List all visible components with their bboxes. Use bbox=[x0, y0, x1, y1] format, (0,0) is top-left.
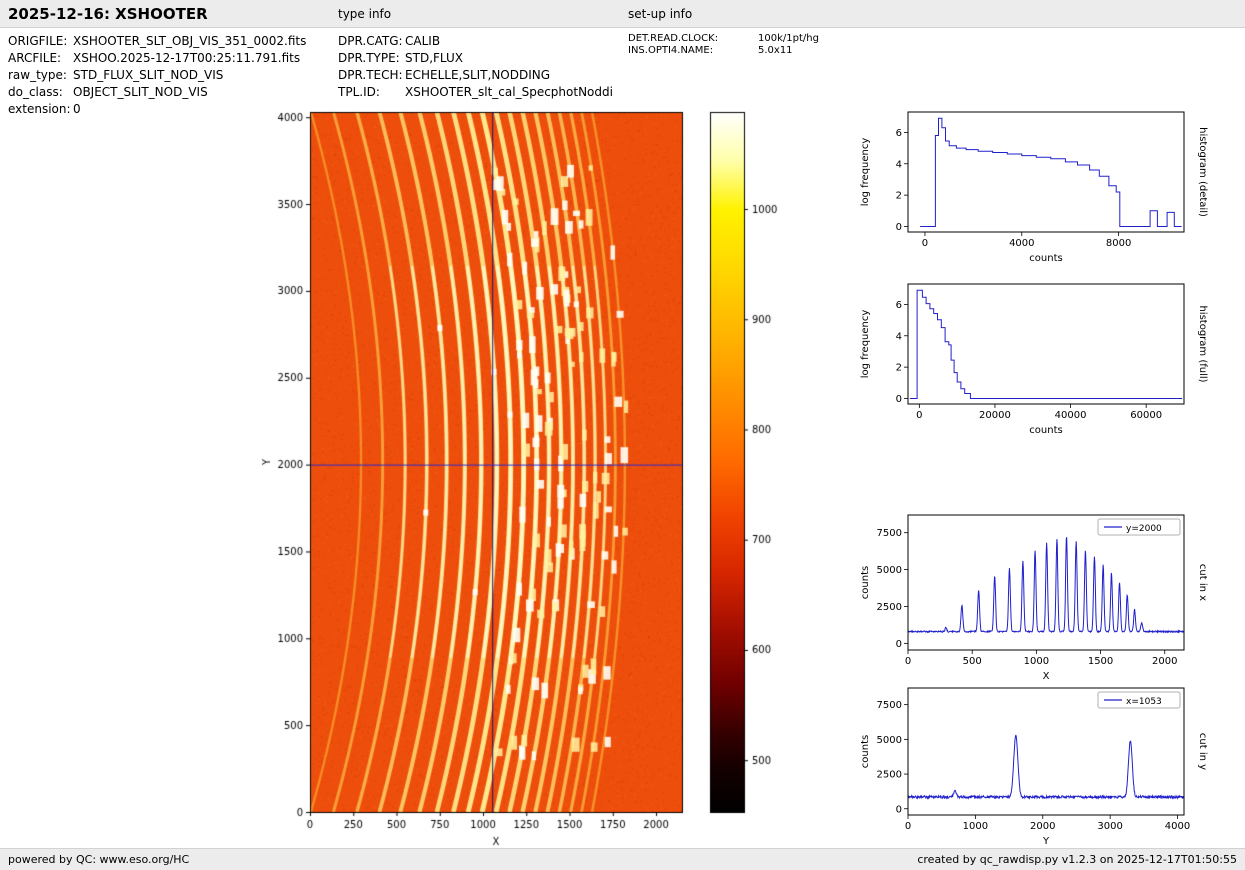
meta-row-origfile: ORIGFILE: XSHOOTER_SLT_OBJ_VIS_351_0002.… bbox=[8, 33, 306, 50]
svg-text:4: 4 bbox=[896, 159, 902, 170]
x-axis-label: counts bbox=[1029, 425, 1062, 436]
legend-label: y=2000 bbox=[1126, 524, 1162, 534]
svg-text:0: 0 bbox=[896, 804, 902, 815]
svg-text:2000: 2000 bbox=[1030, 821, 1055, 832]
meta-value: CALIB bbox=[405, 34, 441, 48]
meta-label: DET.READ.CLOCK: bbox=[628, 33, 719, 44]
header-bar: 2025-12-16: XSHOOTER type info set-up in… bbox=[0, 0, 1245, 28]
setup-info-block: DET.READ.CLOCK: 100k/1pt/hg INS.OPTI4.NA… bbox=[628, 33, 819, 57]
svg-text:4: 4 bbox=[896, 331, 902, 342]
page-title: 2025-12-16: XSHOOTER bbox=[8, 5, 208, 23]
meta-value: ECHELLE,SLIT,NODDING bbox=[405, 68, 551, 82]
footer-bar: powered by QC: www.eso.org/HC created by… bbox=[0, 848, 1245, 870]
x-axis-label: Y bbox=[1042, 836, 1050, 847]
meta-value: XSHOO.2025-12-17T00:25:11.791.fits bbox=[73, 51, 301, 65]
meta-row-dprcatg: DPR.CATG: CALIB bbox=[338, 33, 613, 50]
svg-text:7500: 7500 bbox=[877, 700, 902, 711]
svg-text:2500: 2500 bbox=[877, 770, 902, 781]
y-axis-label: counts bbox=[860, 566, 871, 599]
svg-text:1000: 1000 bbox=[963, 821, 988, 832]
legend-label: x=1053 bbox=[1126, 697, 1162, 707]
meta-value: STD_FLUX_SLIT_NOD_VIS bbox=[73, 68, 224, 82]
cut_y-svg: 0 2500 5000 7500 0 1000 2000 3000 4000 Ycounts cut… bbox=[860, 687, 1208, 847]
svg-text:7500: 7500 bbox=[877, 528, 902, 539]
meta-value: 0 bbox=[73, 102, 81, 116]
plot-side-label: cut in x bbox=[1197, 564, 1208, 601]
svg-text:500: 500 bbox=[963, 656, 982, 667]
svg-text:2500: 2500 bbox=[877, 602, 902, 613]
meta-value: STD,FLUX bbox=[405, 51, 463, 65]
meta-label: DPR.TECH: bbox=[338, 68, 403, 82]
svg-text:0: 0 bbox=[922, 238, 928, 249]
svg-text:60000: 60000 bbox=[1130, 410, 1162, 421]
y-axis-label: log frequency bbox=[860, 138, 871, 207]
raw-frame-image-plot bbox=[240, 96, 810, 856]
meta-label: ORIGFILE: bbox=[8, 34, 68, 48]
y-axis-label: log frequency bbox=[860, 310, 871, 379]
setup-info-heading: set-up info bbox=[628, 7, 693, 21]
svg-text:40000: 40000 bbox=[1055, 410, 1087, 421]
svg-text:4000: 4000 bbox=[1009, 238, 1034, 249]
hist_detail-svg: 0 2 4 6 0 4000 8000 counts log frequency histogra… bbox=[860, 111, 1208, 264]
footer-created-by: created by qc_rawdisp.py v1.2.3 on 2025-… bbox=[917, 853, 1237, 866]
svg-text:6: 6 bbox=[896, 300, 902, 311]
svg-text:2: 2 bbox=[896, 363, 902, 374]
meta-row-rawtype: raw_type: STD_FLUX_SLIT_NOD_VIS bbox=[8, 67, 306, 84]
svg-text:0: 0 bbox=[905, 656, 911, 667]
x-axis-label: counts bbox=[1029, 253, 1062, 264]
cut-in-y-plot: 0 2500 5000 7500 0 1000 2000 3000 4000 Ycounts cut… bbox=[846, 676, 1245, 866]
svg-text:0: 0 bbox=[896, 639, 902, 650]
svg-text:1500: 1500 bbox=[1088, 656, 1113, 667]
meta-row-dprtype: DPR.TYPE: STD,FLUX bbox=[338, 50, 613, 67]
meta-row-dprtech: DPR.TECH: ECHELLE,SLIT,NODDING bbox=[338, 67, 613, 84]
meta-label: do_class: bbox=[8, 85, 63, 99]
meta-row-arcfile: ARCFILE: XSHOO.2025-12-17T00:25:11.791.f… bbox=[8, 50, 306, 67]
footer-powered-by: powered by QC: www.eso.org/HC bbox=[8, 853, 190, 866]
svg-text:2000: 2000 bbox=[1152, 656, 1177, 667]
type-info-block: DPR.CATG: CALIB DPR.TYPE: STD,FLUX DPR.T… bbox=[338, 33, 613, 101]
svg-text:0: 0 bbox=[905, 821, 911, 832]
meta-row-readclock: DET.READ.CLOCK: 100k/1pt/hg bbox=[628, 33, 819, 45]
cut_x-svg: 02500500075000 500 1000 1500 2000Xcounts cut … bbox=[860, 514, 1208, 682]
type-info-heading: type info bbox=[338, 7, 392, 21]
svg-text:0: 0 bbox=[916, 410, 922, 421]
svg-text:6: 6 bbox=[896, 128, 902, 139]
y-axis-label: counts bbox=[860, 735, 871, 768]
meta-label: ARCFILE: bbox=[8, 51, 62, 65]
svg-text:8000: 8000 bbox=[1106, 238, 1131, 249]
svg-text:4000: 4000 bbox=[1165, 821, 1190, 832]
cut-in-x-plot: 0 2500 5000 7500 0 500 1000 1500 2000 Xcounts cut … bbox=[846, 503, 1245, 699]
qc-report-page: 2025-12-16: XSHOOTER type info set-up in… bbox=[0, 0, 1245, 870]
meta-value: XSHOOTER_SLT_OBJ_VIS_351_0002.fits bbox=[73, 34, 307, 48]
meta-value: 5.0x11 bbox=[758, 45, 793, 56]
meta-value: 100k/1pt/hg bbox=[758, 33, 819, 44]
svg-text:5000: 5000 bbox=[877, 565, 902, 576]
meta-label: INS.OPTI4.NAME: bbox=[628, 45, 714, 56]
svg-text:2: 2 bbox=[896, 191, 902, 202]
meta-label: DPR.TYPE: bbox=[338, 51, 400, 65]
hist_full-svg: 0 2 4 6 0 20000 40000 60000 counts log frequency h… bbox=[860, 283, 1208, 436]
meta-row-opti4: INS.OPTI4.NAME: 5.0x11 bbox=[628, 45, 819, 57]
histogram-detail-plot: 0 2 4 6 0 4000 8000 counts log frequency histogra… bbox=[846, 100, 1245, 282]
plot-side-label: cut in y bbox=[1197, 733, 1208, 770]
plot-side-label: histogram (full) bbox=[1197, 305, 1208, 382]
plot-side-label: histogram (detail) bbox=[1197, 127, 1208, 217]
histogram-full-plot: 0 2 4 6 0 20000 40000 60000 counts log frequency h… bbox=[846, 272, 1245, 454]
meta-label: raw_type: bbox=[8, 68, 67, 82]
meta-value: OBJECT_SLIT_NOD_VIS bbox=[73, 85, 208, 99]
svg-text:20000: 20000 bbox=[979, 410, 1011, 421]
meta-label: extension: bbox=[8, 102, 71, 116]
svg-text:5000: 5000 bbox=[877, 735, 902, 746]
meta-label: DPR.CATG: bbox=[338, 34, 403, 48]
svg-text:1000: 1000 bbox=[1024, 656, 1049, 667]
svg-text:0: 0 bbox=[896, 222, 902, 233]
svg-text:3000: 3000 bbox=[1097, 821, 1122, 832]
svg-text:0: 0 bbox=[896, 394, 902, 405]
